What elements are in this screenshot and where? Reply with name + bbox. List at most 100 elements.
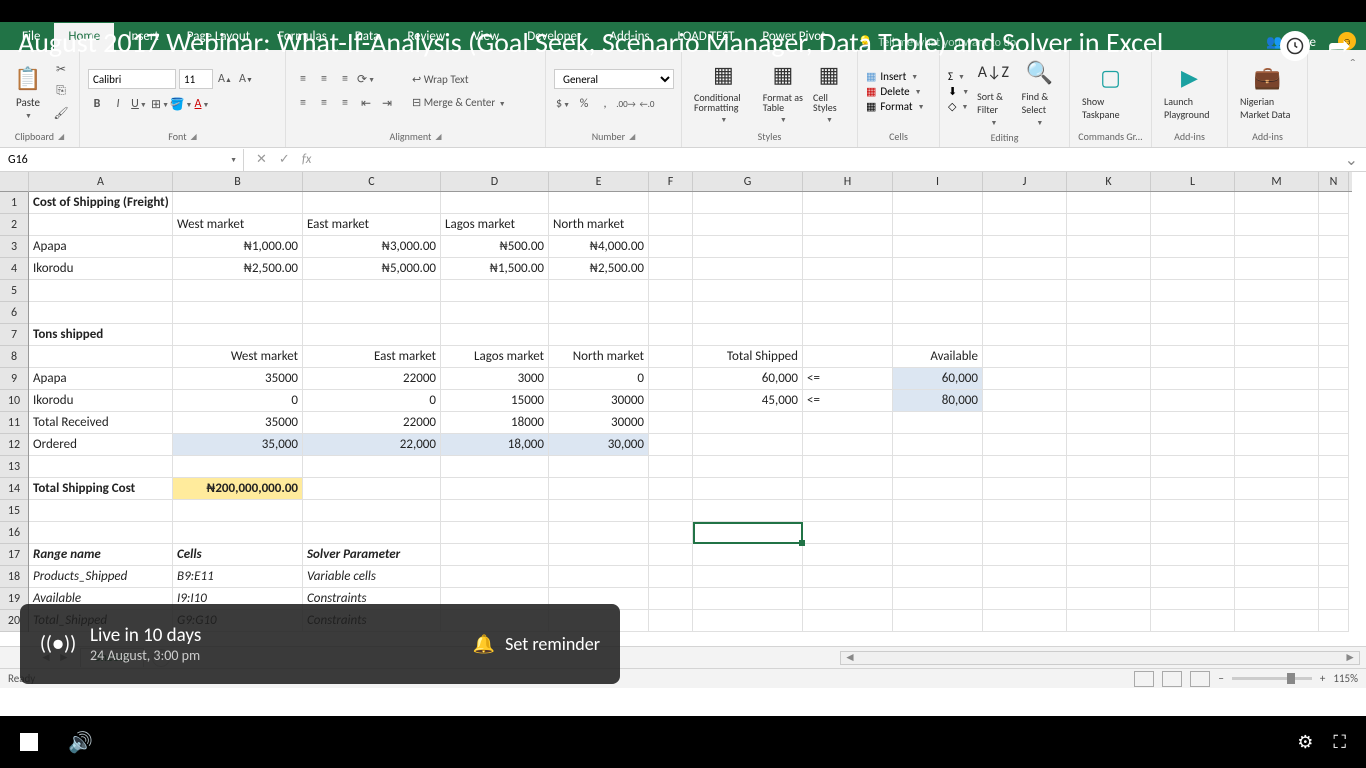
cell-F13[interactable] <box>649 456 693 478</box>
cell-L17[interactable] <box>1151 544 1235 566</box>
cell-F4[interactable] <box>649 258 693 280</box>
formula-input[interactable] <box>323 149 1336 171</box>
cell-F2[interactable] <box>649 214 693 236</box>
cell-I5[interactable] <box>893 280 983 302</box>
cell-I7[interactable] <box>893 324 983 346</box>
increase-decimal-icon[interactable]: .00→ <box>617 95 635 113</box>
cell-L14[interactable] <box>1151 478 1235 500</box>
cell-M14[interactable] <box>1235 478 1319 500</box>
align-left-icon[interactable]: ≡ <box>294 94 312 112</box>
cell-H9[interactable]: <= <box>803 368 893 390</box>
insert-cells-button[interactable]: ▦Insert▼ <box>866 70 925 83</box>
cell-J12[interactable] <box>983 434 1067 456</box>
cell-I13[interactable] <box>893 456 983 478</box>
cell-G14[interactable] <box>693 478 803 500</box>
cell-K13[interactable] <box>1067 456 1151 478</box>
cell-C9[interactable]: 22000 <box>303 368 441 390</box>
cell-D2[interactable]: Lagos market <box>441 214 549 236</box>
cell-A2[interactable] <box>29 214 173 236</box>
cell-styles-button[interactable]: ▦Cell Styles▼ <box>809 57 849 126</box>
cell-E9[interactable]: 0 <box>549 368 649 390</box>
number-format-select[interactable]: General <box>554 69 674 89</box>
cell-K14[interactable] <box>1067 478 1151 500</box>
row-header-4[interactable]: 4 <box>0 258 28 280</box>
row-header-12[interactable]: 12 <box>0 434 28 456</box>
cell-G5[interactable] <box>693 280 803 302</box>
align-center-icon[interactable]: ≡ <box>315 94 333 112</box>
cell-J6[interactable] <box>983 302 1067 324</box>
cell-L5[interactable] <box>1151 280 1235 302</box>
cell-N17[interactable] <box>1319 544 1349 566</box>
cell-H13[interactable] <box>803 456 893 478</box>
align-middle-icon[interactable]: ≡ <box>315 70 333 88</box>
cell-I8[interactable]: Available <box>893 346 983 368</box>
show-taskpane-button[interactable]: ▢Show Taskpane <box>1078 59 1143 123</box>
delete-cells-button[interactable]: ▦Delete▼ <box>866 85 925 98</box>
cell-G13[interactable] <box>693 456 803 478</box>
cell-D10[interactable]: 15000 <box>441 390 549 412</box>
cell-M7[interactable] <box>1235 324 1319 346</box>
cell-K8[interactable] <box>1067 346 1151 368</box>
cell-E1[interactable] <box>549 192 649 214</box>
cell-B18[interactable]: B9:E11 <box>173 566 303 588</box>
cell-A18[interactable]: Products_Shipped <box>29 566 173 588</box>
cell-K12[interactable] <box>1067 434 1151 456</box>
cell-M1[interactable] <box>1235 192 1319 214</box>
underline-button[interactable]: U▼ <box>130 95 148 113</box>
play-button[interactable] <box>20 733 38 751</box>
zoom-slider[interactable] <box>1232 677 1312 680</box>
cell-D12[interactable]: 18,000 <box>441 434 549 456</box>
page-break-button[interactable] <box>1190 671 1210 687</box>
cell-G9[interactable]: 60,000 <box>693 368 803 390</box>
cell-I16[interactable] <box>893 522 983 544</box>
cell-K15[interactable] <box>1067 500 1151 522</box>
cell-B5[interactable] <box>173 280 303 302</box>
cell-E10[interactable]: 30000 <box>549 390 649 412</box>
cell-C12[interactable]: 22,000 <box>303 434 441 456</box>
fill-color-button[interactable]: 🪣▼ <box>172 95 190 113</box>
currency-icon[interactable]: $▼ <box>554 95 572 113</box>
cell-C4[interactable]: ₦5,000.00 <box>303 258 441 280</box>
cell-L12[interactable] <box>1151 434 1235 456</box>
cell-D8[interactable]: Lagos market <box>441 346 549 368</box>
cell-B15[interactable] <box>173 500 303 522</box>
cell-K16[interactable] <box>1067 522 1151 544</box>
cell-A1[interactable]: Cost of Shipping (Freight) <box>29 192 173 214</box>
cell-I6[interactable] <box>893 302 983 324</box>
cell-N14[interactable] <box>1319 478 1349 500</box>
cell-H18[interactable] <box>803 566 893 588</box>
font-name-input[interactable] <box>88 69 176 89</box>
comma-icon[interactable]: , <box>596 95 614 113</box>
cell-N2[interactable] <box>1319 214 1349 236</box>
cell-J5[interactable] <box>983 280 1067 302</box>
cell-J20[interactable] <box>983 610 1067 632</box>
cell-J16[interactable] <box>983 522 1067 544</box>
copy-icon[interactable]: ⎘ <box>52 82 70 100</box>
cell-E18[interactable] <box>549 566 649 588</box>
cell-K4[interactable] <box>1067 258 1151 280</box>
cell-J9[interactable] <box>983 368 1067 390</box>
zoom-level[interactable]: 115% <box>1333 672 1358 685</box>
format-as-table-button[interactable]: ▦Format as Table▼ <box>759 57 807 126</box>
cell-L11[interactable] <box>1151 412 1235 434</box>
cell-M12[interactable] <box>1235 434 1319 456</box>
format-cells-button[interactable]: ▦Format▼ <box>866 100 925 113</box>
cell-C17[interactable]: Solver Parameter <box>303 544 441 566</box>
horizontal-scrollbar[interactable]: ◄► <box>840 651 1360 665</box>
col-header-H[interactable]: H <box>803 172 893 191</box>
cell-A11[interactable]: Total Received <box>29 412 173 434</box>
col-header-I[interactable]: I <box>893 172 983 191</box>
decrease-decimal-icon[interactable]: ←.0 <box>638 95 656 113</box>
cell-A14[interactable]: Total Shipping Cost <box>29 478 173 500</box>
cell-A16[interactable] <box>29 522 173 544</box>
cell-I3[interactable] <box>893 236 983 258</box>
dialog-launcher-icon[interactable]: ◢ <box>629 132 635 142</box>
cell-B7[interactable] <box>173 324 303 346</box>
cell-K1[interactable] <box>1067 192 1151 214</box>
cell-E13[interactable] <box>549 456 649 478</box>
col-header-G[interactable]: G <box>693 172 803 191</box>
cell-B12[interactable]: 35,000 <box>173 434 303 456</box>
cell-E4[interactable]: ₦2,500.00 <box>549 258 649 280</box>
orientation-icon[interactable]: ⟳▼ <box>357 70 375 88</box>
cell-F20[interactable] <box>649 610 693 632</box>
